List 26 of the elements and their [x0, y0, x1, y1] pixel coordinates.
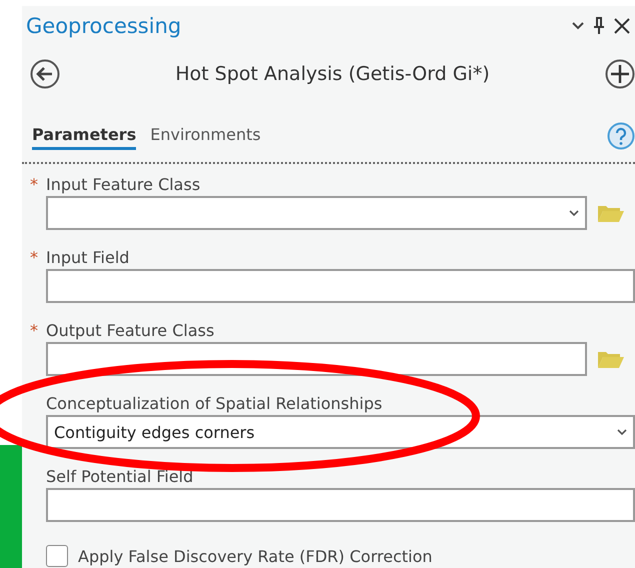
dropdown-field[interactable]: Contiguity edges corners [46, 415, 635, 449]
checkbox[interactable] [46, 545, 68, 567]
close-icon[interactable] [613, 17, 631, 35]
tab[interactable]: Environments [150, 125, 261, 150]
chevron-icon[interactable] [571, 21, 585, 31]
parameter-label: Self Potential Field [46, 466, 194, 486]
parameter-label: Conceptualization of Spatial Relationships [46, 394, 382, 412]
input-field[interactable] [46, 488, 635, 522]
required-mark: * [29, 248, 39, 266]
parameter-label: Input Field [46, 248, 130, 266]
pane-title: Geoprocessing [26, 14, 182, 38]
checkbox-label: Apply False Discovery Rate (FDR) Correction [78, 546, 432, 566]
input-field[interactable] [46, 269, 635, 303]
chevron-icon [617, 428, 627, 436]
required-mark: * [29, 320, 39, 340]
dropdown-field[interactable] [46, 196, 587, 230]
back-icon[interactable] [30, 59, 60, 89]
tool-title: Hot Spot Analysis (Getis-Ord Gi*) [174, 63, 491, 85]
tab[interactable]: Parameters [32, 125, 136, 150]
chevron-icon [569, 210, 579, 216]
add-icon[interactable] [605, 59, 635, 89]
required-mark: * [29, 174, 39, 194]
parameter-label: Output Feature Class [46, 320, 214, 340]
help-icon[interactable] [607, 122, 635, 150]
parameter-label: Input Feature Class [46, 174, 200, 194]
pin-icon[interactable] [593, 17, 605, 35]
